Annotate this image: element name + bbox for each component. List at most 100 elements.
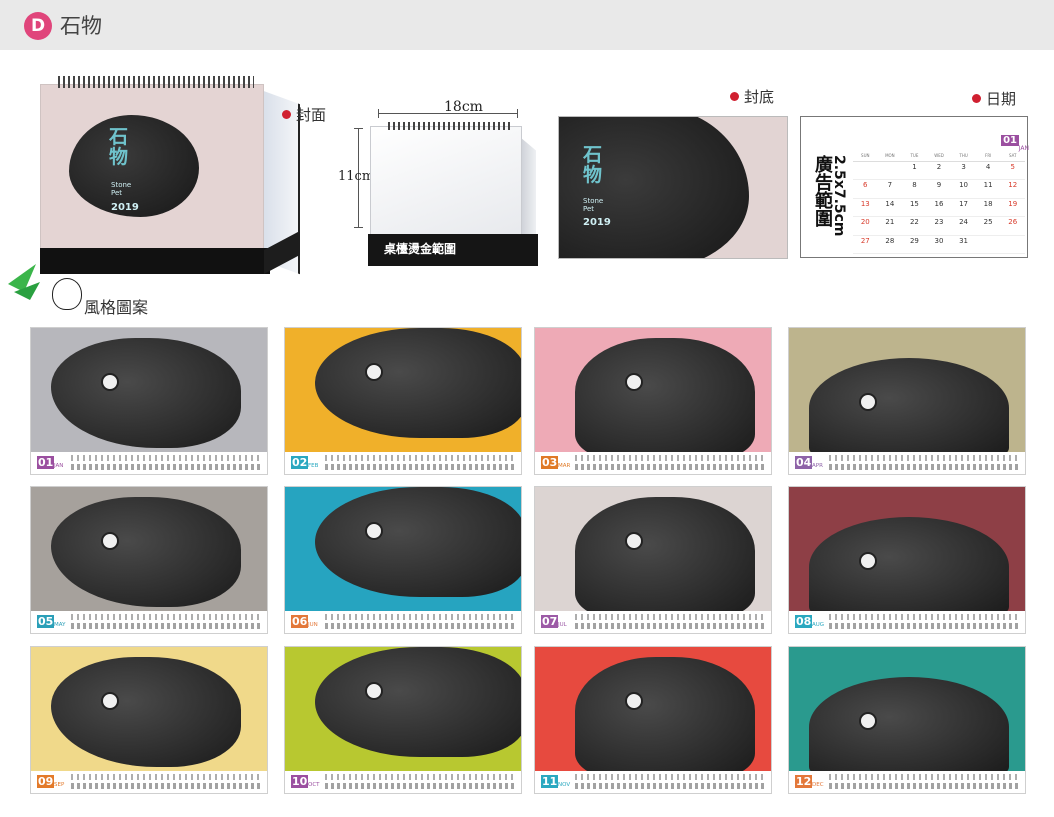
back-label: 封底 (730, 86, 774, 107)
weekday-row (575, 455, 767, 461)
stone-creature (51, 497, 241, 607)
date-row (575, 783, 767, 789)
month-number: 03 (541, 456, 559, 469)
month-name: JAN (54, 463, 64, 469)
date-row (325, 783, 517, 789)
creature-eye (365, 363, 383, 381)
section-title: 石物 (60, 14, 102, 38)
creature-eye (625, 373, 643, 391)
back-year: 2019 (583, 217, 611, 228)
creature-eye (859, 712, 877, 730)
date-row (325, 464, 517, 470)
stone-creature (809, 677, 1009, 771)
month-number: 06 (291, 615, 309, 628)
creature-eye (365, 682, 383, 700)
month-number: 07 (541, 615, 559, 628)
month-number: 09 (37, 775, 55, 788)
date-cell (975, 236, 1001, 254)
date-cell: 5 (1000, 162, 1025, 181)
month-illustration (535, 328, 771, 452)
mini-calendar: 01 JAN SUN MON TUE WED THU FRI SAT 1 2 3 4 5 6 7 8 9 10… (853, 135, 1029, 254)
date-cell: 12 (1000, 180, 1025, 199)
weekday-row (325, 455, 517, 461)
date-cell: 24 (951, 217, 976, 236)
date-cell: 19 (1000, 199, 1025, 218)
month-name: MAR (558, 463, 571, 469)
leaf-icon (8, 264, 40, 300)
section-badge: D (24, 12, 52, 40)
weekday-label: THU (959, 153, 968, 158)
month-card-apr: 04 APR (788, 327, 1026, 475)
month-illustration (789, 328, 1025, 452)
date-cell: 4 (975, 162, 1001, 181)
month-number: 04 (795, 456, 813, 469)
month-card-oct: 10 OCT (284, 646, 522, 794)
bullet-dot (282, 110, 291, 119)
date-cell: 23 (926, 217, 952, 236)
stone-creature (315, 487, 521, 597)
creature-eye (365, 522, 383, 540)
stone-creature (315, 647, 521, 757)
date-cell (853, 162, 878, 181)
back-subtitle: Stone Pet (583, 197, 604, 213)
creature-eye (101, 373, 119, 391)
weekday-header: SUN MON TUE WED THU FRI SAT (853, 153, 1025, 160)
month-illustration (789, 647, 1025, 771)
month-card-mar: 03 MAR (534, 327, 772, 475)
date-cell: 13 (853, 199, 878, 218)
month-illustration (285, 328, 521, 452)
creature-eye (625, 532, 643, 550)
stone-creature (809, 517, 1009, 611)
month-illustration (31, 487, 267, 611)
creature-eye (859, 552, 877, 570)
date-row (575, 464, 767, 470)
stone-creature (575, 657, 755, 771)
stone-creature (809, 358, 1009, 452)
month-name: AUG (812, 622, 825, 628)
cover-base (40, 248, 270, 274)
cover-title: 石物 (109, 126, 129, 168)
month-number: 11 (541, 775, 559, 788)
weekday-row (325, 774, 517, 780)
month-name: FEB (308, 463, 319, 469)
style-pattern-label: 風格圖案 (84, 298, 149, 317)
spiral-binding (388, 122, 512, 130)
month-card-sep: 09 SEP (30, 646, 268, 794)
month-number: 12 (795, 775, 813, 788)
date-row (71, 464, 263, 470)
weekday-row (575, 774, 767, 780)
date-cell: 15 (902, 199, 927, 218)
date-row (71, 783, 263, 789)
stone-creature (51, 338, 241, 448)
creature-eye (625, 692, 643, 710)
month-name: APR (812, 463, 823, 469)
date-row (71, 623, 263, 629)
weekday-row (575, 614, 767, 620)
date-cell: 2 (926, 162, 952, 181)
month-illustration (535, 487, 771, 611)
weekday-label: TUE (910, 153, 919, 158)
blank-board (370, 126, 522, 246)
date-row (829, 783, 1021, 789)
date-cell: 22 (902, 217, 927, 236)
cover-label: 封面 (282, 104, 326, 125)
back-title: 石物 (583, 144, 603, 186)
weekday-row (325, 614, 517, 620)
date-row (575, 623, 767, 629)
month-number: 05 (37, 615, 55, 628)
date-cell: 28 (877, 236, 903, 254)
date-cell: 26 (1000, 217, 1025, 236)
mini-month-number: 01 (1001, 135, 1019, 146)
date-cell: 1 (902, 162, 927, 181)
date-cell (1000, 236, 1025, 254)
cover-board: 石物 Stone Pet 2019 (40, 84, 264, 254)
date-cell: 31 (951, 236, 976, 254)
month-name: NOV (558, 782, 571, 788)
month-number: 10 (291, 775, 309, 788)
creature-eye (101, 532, 119, 550)
month-name: JUN (308, 622, 318, 628)
creature-eye (101, 692, 119, 710)
weekday-row (829, 614, 1021, 620)
girl-face-icon (52, 278, 82, 310)
stone-creature (575, 338, 755, 452)
